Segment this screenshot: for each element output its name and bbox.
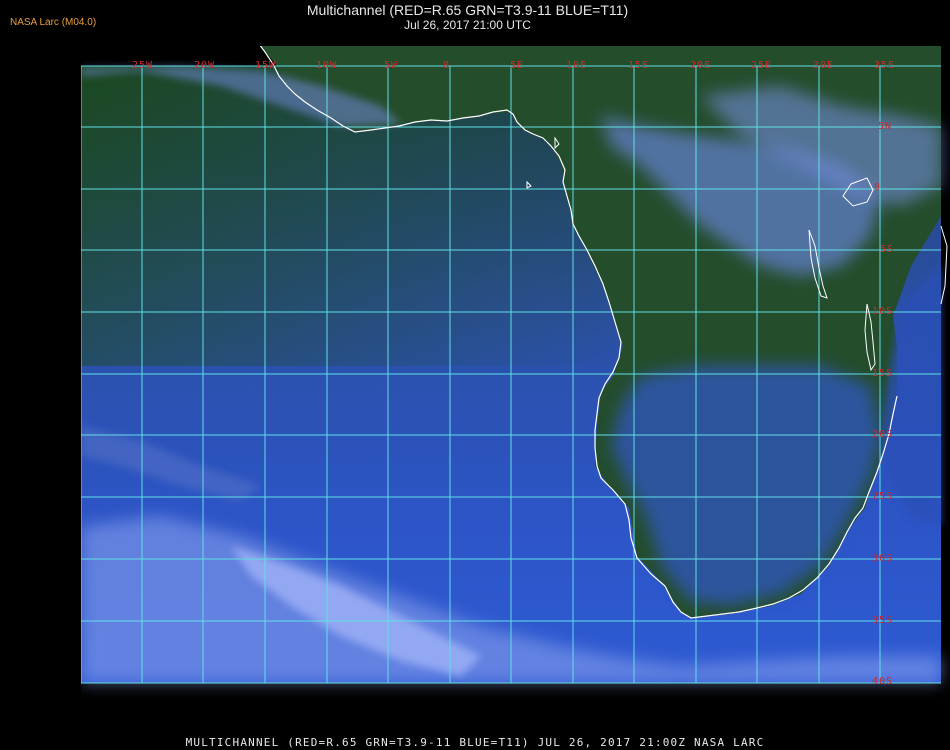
lon-label-25w: 25W (132, 60, 154, 71)
page-subtitle: Jul 26, 2017 21:00 UTC (404, 18, 531, 32)
lat-label-15s: 15S (872, 368, 894, 379)
lon-label-0: 0 (443, 60, 451, 71)
satellite-map (81, 46, 948, 684)
lon-label-15w: 15W (255, 60, 277, 71)
madagascar-outline (940, 225, 948, 305)
lon-label-20e: 20E (690, 60, 712, 71)
lon-label-10e: 10E (566, 60, 588, 71)
lon-label-15e: 15E (628, 60, 650, 71)
lon-label-20w: 20W (194, 60, 216, 71)
lon-label-5w: 5W (384, 60, 399, 71)
lon-label-35e: 35E (874, 60, 896, 71)
lat-label-25s: 25S (872, 491, 894, 502)
footer-caption: MULTICHANNEL (RED=R.65 GRN=T3.9-11 BLUE=… (185, 736, 765, 749)
lon-label-10w: 10W (316, 60, 338, 71)
lat-label-5s: 5S (880, 244, 895, 255)
lat-label-0: 0 (874, 182, 882, 193)
lat-label-30s: 30S (872, 553, 894, 564)
lat-label-40s: 40S (872, 676, 894, 687)
lon-label-25e: 25E (751, 60, 773, 71)
lat-label-20s: 20S (872, 429, 894, 440)
lat-label-10s: 10S (872, 306, 894, 317)
lon-label-5e: 5E (510, 60, 525, 71)
page-title: Multichannel (RED=R.65 GRN=T3.9-11 BLUE=… (306, 2, 629, 18)
lon-label-30e: 30E (813, 60, 835, 71)
satellite-image-frame (81, 46, 950, 727)
lat-label-35s: 35S (872, 615, 894, 626)
lat-label-5n: 5N (878, 121, 893, 132)
